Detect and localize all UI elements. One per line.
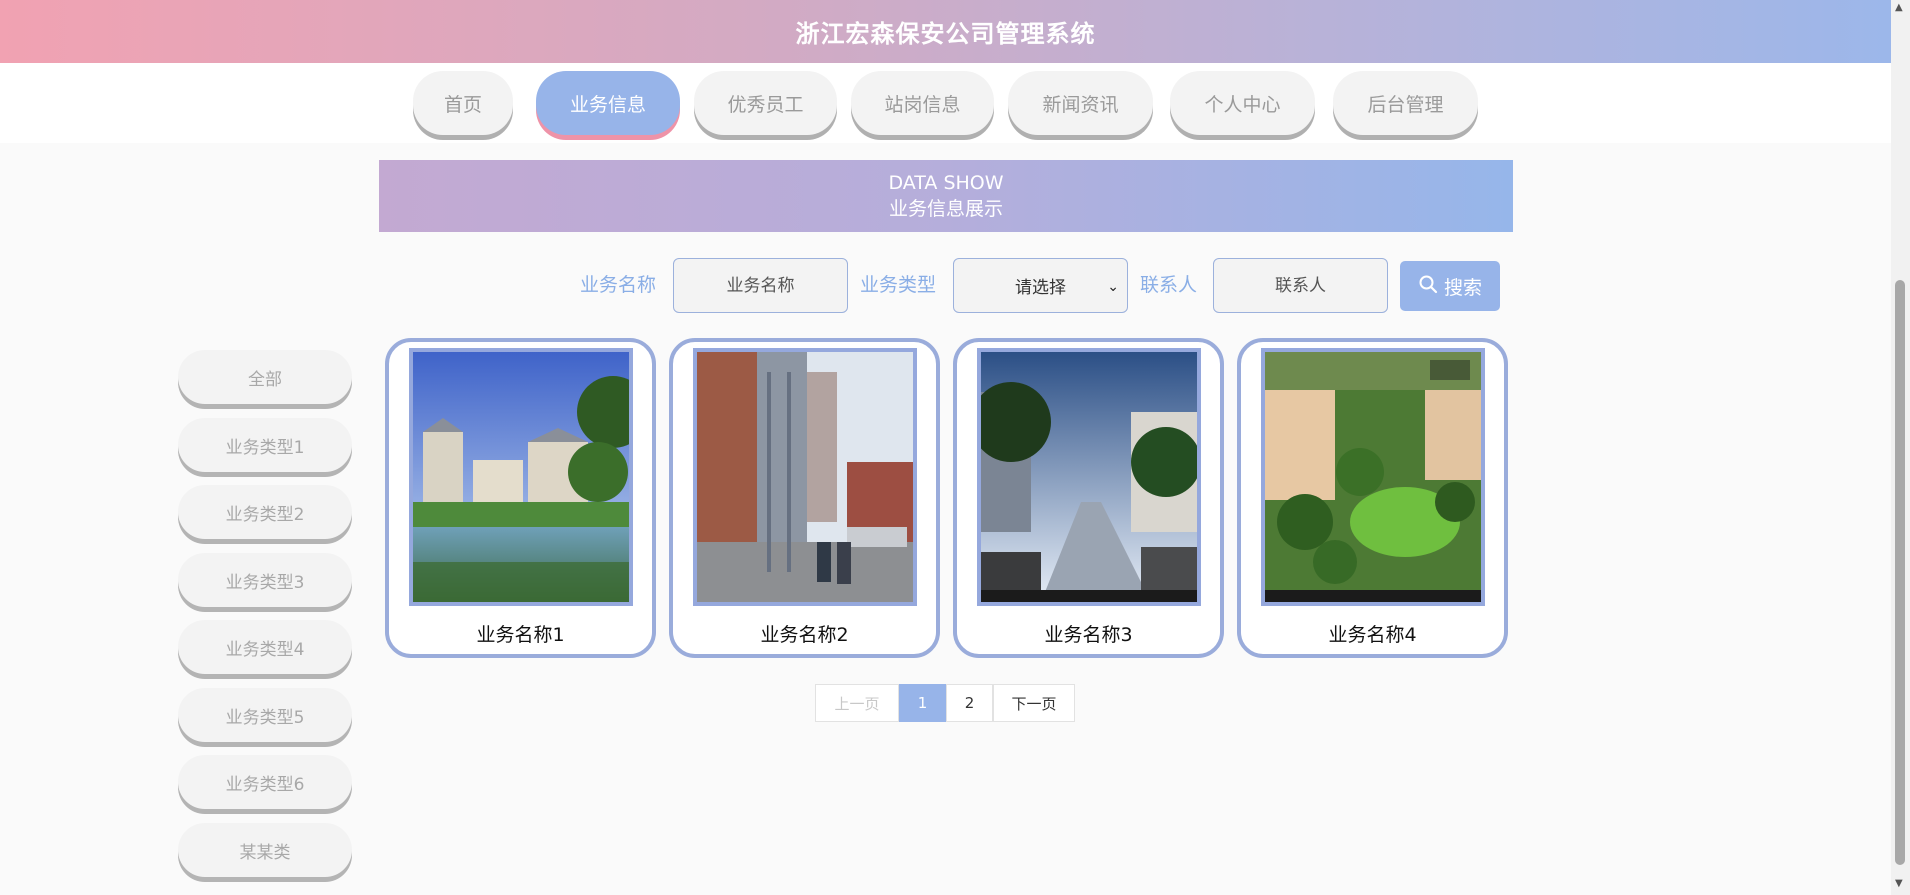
business-card[interactable]: 业务名称2 <box>669 338 940 658</box>
category-type-6[interactable]: 业务类型6 <box>178 755 352 809</box>
business-card-title[interactable]: 业务名称1 <box>389 620 652 647</box>
nav-item-home[interactable]: 首页 <box>413 71 513 135</box>
business-card[interactable]: 业务名称4 <box>1237 338 1508 658</box>
business-type-select-value: 请选择 <box>1015 278 1066 298</box>
business-card-title[interactable]: 业务名称2 <box>673 620 936 647</box>
business-image[interactable] <box>693 348 917 606</box>
scrollbar-thumb[interactable] <box>1895 280 1905 865</box>
contact-input[interactable] <box>1213 258 1388 313</box>
category-type-4[interactable]: 业务类型4 <box>178 620 352 674</box>
main-nav: 首页 业务信息 优秀员工 站岗信息 新闻资讯 个人中心 后台管理 <box>0 63 1891 143</box>
pagination-next[interactable]: 下一页 <box>993 684 1075 722</box>
category-type-5[interactable]: 业务类型5 <box>178 688 352 742</box>
nav-item-excellent-staff[interactable]: 优秀员工 <box>694 71 837 135</box>
nav-item-post-info[interactable]: 站岗信息 <box>851 71 994 135</box>
contact-label: 联系人 <box>1140 274 1198 296</box>
business-image[interactable] <box>977 348 1201 606</box>
business-name-label: 业务名称 <box>580 274 657 296</box>
nav-item-business-info[interactable]: 业务信息 <box>536 71 680 135</box>
nav-item-admin[interactable]: 后台管理 <box>1333 71 1478 135</box>
banner-title-cn: 业务信息展示 <box>888 198 1003 220</box>
pagination: 上一页 1 2 下一页 <box>815 684 1075 722</box>
business-card[interactable]: 业务名称3 <box>953 338 1224 658</box>
banner-title-en: DATA SHOW <box>888 172 1004 194</box>
app-title: 浙江宏森保安公司管理系统 <box>795 20 1096 48</box>
business-type-select[interactable]: 请选择 ⌄ <box>953 258 1128 313</box>
category-type-3[interactable]: 业务类型3 <box>178 553 352 607</box>
search-icon <box>1418 274 1438 299</box>
business-card-title[interactable]: 业务名称4 <box>1241 620 1504 647</box>
category-all[interactable]: 全部 <box>178 350 352 404</box>
business-image[interactable] <box>1261 348 1485 606</box>
business-card-title[interactable]: 业务名称3 <box>957 620 1220 647</box>
business-type-label: 业务类型 <box>860 274 937 296</box>
section-banner: DATA SHOW 业务信息展示 <box>379 160 1513 232</box>
search-button[interactable]: 搜索 <box>1400 261 1500 311</box>
nav-item-news[interactable]: 新闻资讯 <box>1008 71 1153 135</box>
pagination-page-1[interactable]: 1 <box>899 684 946 722</box>
business-name-input[interactable] <box>673 258 848 313</box>
nav-item-personal-center[interactable]: 个人中心 <box>1170 71 1315 135</box>
vertical-scrollbar[interactable]: ▲ ▼ <box>1891 0 1910 895</box>
pagination-prev[interactable]: 上一页 <box>815 684 899 722</box>
page: 浙江宏森保安公司管理系统 首页 业务信息 优秀员工 站岗信息 新闻资讯 个人中心… <box>0 0 1910 895</box>
search-button-label: 搜索 <box>1443 276 1482 299</box>
app-header: 浙江宏森保安公司管理系统 <box>0 0 1891 63</box>
category-type-1[interactable]: 业务类型1 <box>178 418 352 472</box>
business-image[interactable] <box>409 348 633 606</box>
scroll-down-icon[interactable]: ▼ <box>1895 878 1903 889</box>
category-type-2[interactable]: 业务类型2 <box>178 485 352 539</box>
chevron-down-icon: ⌄ <box>1107 279 1119 295</box>
business-card[interactable]: 业务名称1 <box>385 338 656 658</box>
category-other[interactable]: 某某类 <box>178 823 352 877</box>
scroll-up-icon[interactable]: ▲ <box>1895 2 1903 13</box>
pagination-page-2[interactable]: 2 <box>946 684 993 722</box>
